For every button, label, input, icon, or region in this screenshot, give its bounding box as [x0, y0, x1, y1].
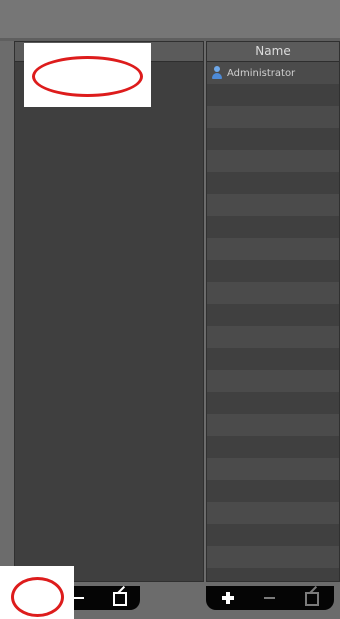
list-item[interactable]	[207, 194, 339, 216]
list-item-label: Administrator	[227, 67, 296, 79]
list-item[interactable]	[207, 392, 339, 414]
edit-button[interactable]	[302, 585, 320, 607]
redaction-box-bottom	[0, 566, 74, 619]
annotation-circle	[11, 577, 64, 617]
annotation-circle	[32, 56, 143, 97]
list-item-administrator[interactable]: Administrator	[207, 62, 339, 84]
list-item[interactable]	[207, 326, 339, 348]
list-item[interactable]	[207, 480, 339, 502]
list-item[interactable]	[207, 546, 339, 568]
edit-button[interactable]	[110, 585, 128, 607]
minus-icon	[264, 597, 275, 599]
minus-icon	[73, 597, 84, 599]
top-band	[0, 0, 340, 38]
list-item[interactable]	[207, 216, 339, 238]
left-list-panel	[14, 41, 204, 582]
list-item[interactable]	[207, 172, 339, 194]
name-list-panel: Name Administrator	[206, 41, 340, 582]
list-item[interactable]	[207, 260, 339, 282]
redaction-box-top	[24, 43, 151, 107]
list-item[interactable]	[207, 106, 339, 128]
list-item[interactable]	[207, 502, 339, 524]
list-item[interactable]	[207, 150, 339, 172]
list-item[interactable]	[207, 370, 339, 392]
name-column-header[interactable]: Name	[207, 42, 339, 62]
list-item[interactable]	[207, 128, 339, 150]
list-item[interactable]	[207, 414, 339, 436]
user-icon	[211, 66, 223, 80]
list-item[interactable]	[207, 282, 339, 304]
list-item[interactable]	[207, 348, 339, 370]
list-item[interactable]	[207, 568, 339, 581]
list-item[interactable]	[207, 84, 339, 106]
list-item[interactable]	[207, 304, 339, 326]
add-button[interactable]	[219, 589, 237, 607]
name-list-rows: Administrator	[207, 62, 339, 581]
list-item[interactable]	[207, 436, 339, 458]
list-item[interactable]	[207, 458, 339, 480]
remove-button[interactable]	[261, 589, 279, 607]
name-panel-toolbar	[206, 585, 334, 610]
list-item[interactable]	[207, 238, 339, 260]
list-item[interactable]	[207, 524, 339, 546]
